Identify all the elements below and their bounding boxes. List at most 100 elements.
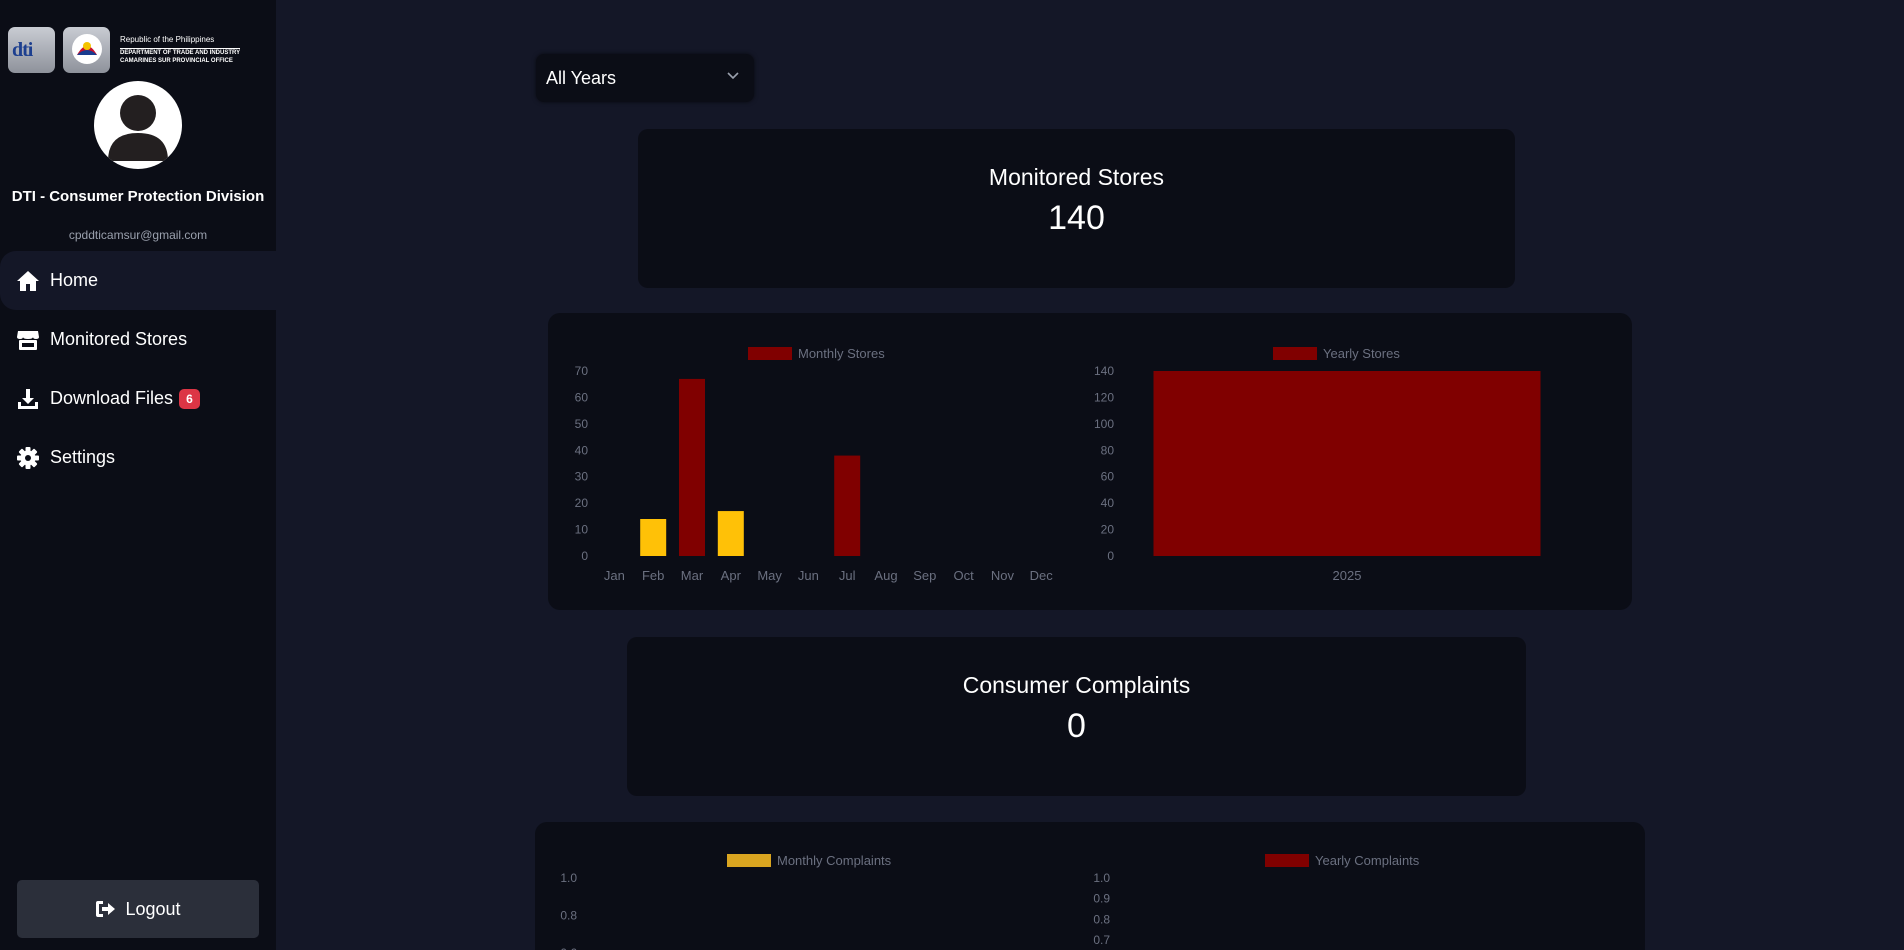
stores-charts: Monthly Stores 706050403020100 Jan Feb Mar…	[575, 346, 1541, 583]
y-tick-label: 1.0	[1093, 871, 1110, 885]
avatar	[94, 81, 182, 169]
monitored-stores-value: 140	[1048, 199, 1105, 237]
x-tick-label: Feb	[642, 568, 664, 583]
y-tick-label: 60	[575, 390, 589, 404]
bar-feb[interactable]	[640, 519, 667, 556]
y-tick-label: 0.8	[560, 909, 577, 923]
bar-mar[interactable]	[679, 378, 705, 556]
complaints-charts: Monthly Complaints 1.0 0.8 0.6 Yearly Comp…	[560, 853, 1420, 950]
x-tick-label: May	[757, 568, 782, 583]
x-tick-label: 2025	[1333, 568, 1362, 583]
home-icon	[16, 269, 40, 293]
stores-charts-panel: Monthly Stores 70 60 50 40 30 20 10 0 Jan Feb Mar…	[548, 313, 1632, 610]
user-name: DTI - Consumer Protection Division	[11, 188, 265, 205]
monthly-stores-bars	[640, 378, 861, 556]
x-tick-label: Jan	[604, 568, 625, 583]
sidebar-item-label: Home	[50, 270, 99, 290]
year-filter-value: All Years	[546, 67, 617, 88]
sidebar-nav: Home Monitored Stores Download Files 6 S…	[0, 251, 276, 487]
legend-label: Monthly Complaints	[777, 853, 892, 868]
y-tick-label: 10	[575, 523, 589, 537]
x-tick-label: Dec	[1030, 568, 1054, 583]
y-tick-label: 30	[575, 470, 589, 484]
legend-swatch	[748, 347, 792, 360]
sidebar-item-download-files[interactable]: Download Files 6	[0, 369, 276, 428]
x-tick-label: Mar	[681, 568, 704, 583]
legend-swatch	[727, 854, 771, 867]
gear-icon	[16, 446, 40, 470]
dti-logo: dti	[8, 27, 55, 73]
sidebar: dti Republic of the Philippines DEPARTME…	[0, 0, 276, 950]
legend-label: Yearly Complaints	[1315, 853, 1420, 868]
y-tick-label: 0	[1107, 549, 1114, 563]
store-icon	[16, 328, 40, 352]
logout-button[interactable]: Logout	[17, 880, 259, 938]
x-tick-label: Oct	[953, 568, 974, 583]
monthly-complaints-yaxis: 1.0 0.8 0.6	[560, 871, 577, 950]
y-tick-label: 120	[1094, 390, 1114, 404]
sidebar-item-settings[interactable]: Settings	[0, 428, 276, 487]
sidebar-item-home[interactable]: Home	[0, 251, 276, 310]
consumer-complaints-card: Consumer Complaints 0	[627, 637, 1526, 796]
monitored-stores-label: Monitored Stores	[988, 164, 1165, 190]
x-tick-label: Nov	[991, 568, 1015, 583]
monthly-stores-legend: Monthly Stores	[748, 346, 885, 361]
y-tick-label: 1.0	[560, 871, 577, 885]
yearly-complaints-legend: Yearly Complaints	[1265, 853, 1420, 868]
legend-swatch	[1265, 854, 1309, 867]
yearly-stores-xaxis: 2025	[1333, 568, 1362, 583]
y-tick-label: 100	[1094, 417, 1114, 431]
chevron-down-icon	[727, 72, 739, 80]
y-tick-label: 60	[1101, 470, 1115, 484]
x-tick-label: Aug	[874, 568, 897, 583]
seal-icon	[72, 34, 102, 64]
y-tick-label: 40	[575, 443, 589, 457]
x-tick-label: Jul	[839, 568, 856, 583]
y-tick-label: 0	[581, 549, 588, 563]
user-icon	[108, 95, 168, 161]
logout-label: Logout	[125, 898, 181, 919]
consumer-complaints-label: Consumer Complaints	[962, 672, 1191, 698]
yearly-stores-legend: Yearly Stores	[1273, 346, 1400, 361]
y-tick-label: 0.6	[560, 946, 577, 950]
sidebar-item-label: Settings	[50, 447, 116, 467]
y-tick-label: 40	[1101, 496, 1115, 510]
monthly-complaints-legend: Monthly Complaints	[727, 853, 892, 868]
monitored-stores-card: Monitored Stores 140	[638, 129, 1515, 288]
yearly-stores-bars	[1153, 371, 1541, 556]
legend-label: Yearly Stores	[1323, 346, 1400, 361]
y-tick-label: 0.7	[1093, 933, 1110, 947]
y-tick-label: 80	[1101, 443, 1115, 457]
legend-swatch	[1273, 347, 1317, 360]
year-filter-select[interactable]: All Years	[536, 54, 754, 102]
y-tick-label: 20	[575, 496, 589, 510]
legend-label: Monthly Stores	[798, 346, 885, 361]
bar-apr[interactable]	[717, 511, 744, 556]
monthly-stores-xaxis: Jan Feb Mar Apr May Jun Jul Aug Sep Oct Nov Dec	[604, 568, 1053, 583]
download-count-badge: 6	[179, 388, 200, 409]
bar-2025[interactable]	[1153, 371, 1541, 556]
complaints-charts-panel: Monthly Complaints 1.0 0.8 0.6 Yearly Comp…	[535, 822, 1645, 950]
yearly-complaints-yaxis: 1.0 0.9 0.8 0.7	[1093, 871, 1110, 947]
yearly-stores-yaxis: 140 120 100 80 60 40 20 0	[1094, 364, 1114, 563]
sidebar-item-label: Download Files	[50, 388, 174, 408]
consumer-complaints-value: 0	[1067, 707, 1086, 745]
sidebar-item-monitored-stores[interactable]: Monitored Stores	[0, 310, 276, 369]
sidebar-item-label: Monitored Stores	[50, 329, 188, 349]
bagong-pilipinas-logo	[63, 27, 110, 73]
department-label: Republic of the Philippines DEPARTMENT O…	[120, 35, 241, 64]
x-tick-label: Sep	[913, 568, 936, 583]
y-tick-label: 0.8	[1093, 912, 1110, 926]
logout-icon	[95, 899, 117, 919]
y-tick-label: 140	[1094, 364, 1114, 378]
y-tick-label: 0.9	[1093, 892, 1110, 906]
y-tick-label: 20	[1101, 523, 1115, 537]
y-tick-label: 70	[575, 364, 589, 378]
user-email: cpddticamsur@gmail.com	[68, 228, 208, 242]
bar-jul[interactable]	[834, 455, 861, 556]
x-tick-label: Apr	[721, 568, 742, 583]
download-icon	[16, 387, 40, 411]
logo-group: dti Republic of the Philippines DEPARTME…	[8, 27, 241, 73]
x-tick-label: Jun	[798, 568, 819, 583]
monthly-stores-yaxis: 70 60 50 40 30 20 10 0	[575, 364, 589, 563]
